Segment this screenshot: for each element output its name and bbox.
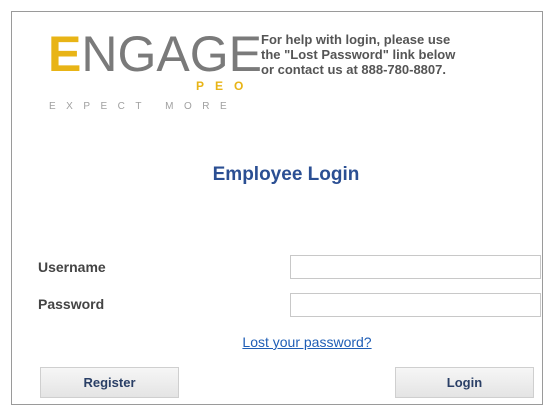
- engage-peo-logo: ENGAGE PEO EXPECT MORE: [48, 25, 262, 115]
- login-panel: ENGAGE PEO EXPECT MORE For help with log…: [11, 11, 543, 405]
- register-button[interactable]: Register: [40, 367, 179, 398]
- logo-first-letter: E: [48, 26, 82, 82]
- logo-wordmark-rest: NGAGE: [81, 26, 262, 82]
- logo-tagline: EXPECT MORE: [49, 101, 238, 112]
- page-title: Employee Login: [212, 164, 360, 185]
- password-input[interactable]: [290, 293, 541, 317]
- logo-peo-text: PEO: [196, 79, 255, 93]
- password-label: Password: [38, 296, 105, 312]
- username-input[interactable]: [290, 255, 541, 279]
- username-label: Username: [38, 259, 106, 275]
- login-help-text: For help with login, please use the "Los…: [261, 32, 521, 77]
- help-line-1: For help with login, please use: [261, 32, 451, 47]
- help-line-2: the "Lost Password" link below: [261, 47, 456, 62]
- logo-wordmark: ENGAGE: [48, 27, 262, 81]
- lost-password-link[interactable]: Lost your password?: [12, 334, 556, 350]
- login-button[interactable]: Login: [395, 367, 534, 398]
- help-line-3: or contact us at 888-780-8807.: [261, 62, 446, 77]
